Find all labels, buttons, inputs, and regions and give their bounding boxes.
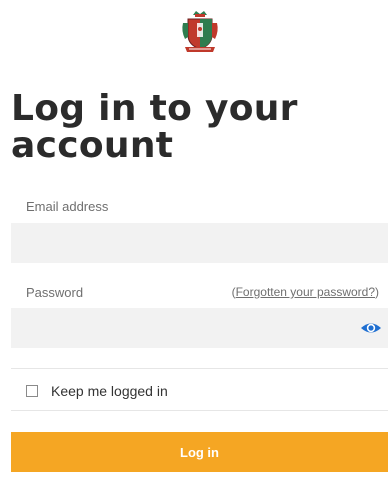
divider: [11, 410, 388, 411]
remember-me-checkbox[interactable]: [26, 385, 38, 397]
password-field[interactable]: [11, 308, 388, 348]
login-button[interactable]: Log in: [11, 432, 388, 472]
email-field[interactable]: [11, 223, 388, 263]
divider: [11, 368, 388, 369]
crest-logo-icon: [179, 9, 221, 55]
remember-me-label: Keep me logged in: [51, 383, 168, 399]
forgot-password-link[interactable]: Forgotten your password?: [236, 285, 375, 299]
forgot-password: (Forgotten your password?): [232, 285, 379, 299]
remember-me-row[interactable]: Keep me logged in: [26, 383, 168, 399]
page-title-line-1: Log in to your: [11, 88, 298, 129]
forgot-password-close-paren: ): [375, 285, 379, 299]
password-label: Password: [26, 285, 84, 300]
page-title: Log in to your account: [11, 90, 298, 164]
page-title-line-2: account: [11, 125, 174, 166]
eye-icon[interactable]: [360, 318, 382, 338]
email-label: Email address: [26, 199, 109, 214]
